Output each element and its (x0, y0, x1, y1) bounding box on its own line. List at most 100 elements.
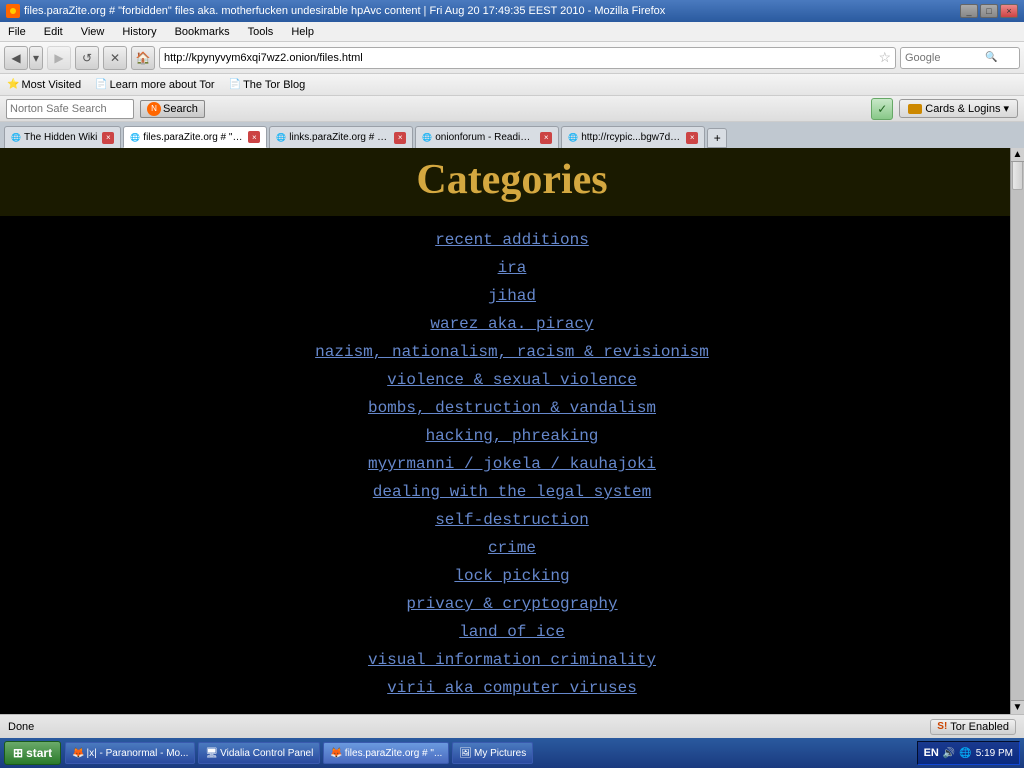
category-link[interactable]: crime (488, 539, 536, 557)
tor-icon: S! (937, 721, 947, 732)
minimize-button[interactable]: _ (960, 4, 978, 18)
start-button[interactable]: ⊞ start (4, 741, 61, 765)
clock: 5:19 PM (976, 748, 1013, 759)
scroll-down-button[interactable]: ▼ (1011, 700, 1024, 714)
category-link[interactable]: privacy & cryptography (406, 595, 617, 613)
cards-dropdown-icon: ▾ (1003, 102, 1009, 115)
new-tab-button[interactable]: + (707, 128, 727, 148)
norton-search-input[interactable] (10, 103, 130, 115)
taskbar-item-icon: 🖼 (459, 748, 472, 759)
norton-icon: N (147, 102, 161, 116)
back-dropdown[interactable]: ▾ (29, 46, 43, 70)
norton-refresh-button[interactable]: ✓ (871, 98, 893, 120)
categories-list: recent additions ira jihad warez aka. pirac… (0, 216, 1024, 712)
nav-bar: ◀ ▾ ▶ ↺ ✕ 🏠 ☆ 🔍 (0, 42, 1024, 74)
status-text: Done (8, 721, 34, 733)
bookmark-learn-tor[interactable]: 📄 Learn more about Tor (92, 78, 217, 92)
norton-search-container (6, 99, 134, 119)
taskbar-item-icon: 🦊 (330, 748, 342, 759)
bookmark-icon: 📄 (95, 79, 107, 90)
categories-title: Categories (416, 157, 607, 203)
category-link[interactable]: dealing with the legal system (373, 483, 651, 501)
category-link[interactable]: warez aka. piracy (430, 315, 593, 333)
tab-favicon: 🌐 (130, 133, 140, 142)
close-x-icon[interactable]: × (540, 132, 552, 144)
taskbar-pictures[interactable]: 🖼 My Pictures (452, 742, 533, 764)
tray-icon2: 🌐 (959, 748, 971, 759)
category-link[interactable]: myyrmanni / jokela / kauhajoki (368, 455, 656, 473)
maximize-button[interactable]: □ (980, 4, 998, 18)
category-link[interactable]: hacking, phreaking (426, 427, 599, 445)
taskbar-tray: EN 🔊 🌐 5:19 PM (917, 741, 1020, 765)
taskbar-parazite[interactable]: 🦊 files.paraZite.org # "... (323, 742, 449, 764)
category-link[interactable]: visual information criminality (368, 651, 656, 669)
taskbar-item-label: |x| - Paranormal - Mo... (87, 748, 189, 759)
tab-close-button[interactable]: × (686, 132, 698, 144)
tab-links-parazite[interactable]: 🌐 links.paraZite.org # underg... × (269, 126, 413, 148)
tab-close-button[interactable]: × (102, 132, 114, 144)
tab-label: The Hidden Wiki (24, 132, 97, 143)
tab-rcypic[interactable]: 🌐 http://rcypic...bgw7dq.onion/ × (561, 126, 705, 148)
category-link[interactable]: recent additions (435, 231, 589, 249)
tab-label: links.paraZite.org # underg... (289, 132, 389, 143)
category-link[interactable]: self-destruction (435, 511, 589, 529)
close-x-icon[interactable]: × (394, 132, 406, 144)
close-button[interactable]: × (1000, 4, 1018, 18)
taskbar: ⊞ start 🦊 |x| - Paranormal - Mo... 🖥 Vid… (0, 738, 1024, 768)
menu-history[interactable]: History (118, 25, 160, 39)
stop-button[interactable]: ✕ (103, 46, 127, 70)
scroll-up-button[interactable]: ▲ (1011, 148, 1024, 162)
bookmark-tor-blog[interactable]: 📄 The Tor Blog (226, 78, 309, 92)
tab-favicon: 🌐 (568, 133, 578, 142)
menu-edit[interactable]: Edit (40, 25, 67, 39)
cards-logins-button[interactable]: Cards & Logins ▾ (899, 99, 1018, 118)
taskbar-item-label: My Pictures (474, 748, 526, 759)
bookmark-label: The Tor Blog (243, 79, 305, 91)
tab-label: onionforum - Reading Topic... (435, 132, 535, 143)
nav-buttons: ◀ ▾ (4, 46, 43, 70)
tab-close-button[interactable]: × (248, 131, 260, 143)
taskbar-item-label: files.paraZite.org # "... (345, 748, 442, 759)
menu-file[interactable]: File (4, 25, 30, 39)
bookmark-star[interactable]: ☆ (878, 49, 891, 66)
address-input[interactable] (164, 52, 874, 64)
google-search-input[interactable] (905, 52, 985, 64)
tab-close-button[interactable]: × (540, 132, 552, 144)
category-link[interactable]: nazism, nationalism, racism & revisionis… (315, 343, 709, 361)
home-button[interactable]: 🏠 (131, 46, 155, 70)
tray-icon1: 🔊 (943, 748, 955, 759)
windows-icon: ⊞ (13, 746, 23, 760)
taskbar-item-icon: 🖥 (205, 748, 218, 759)
close-x-icon[interactable]: × (686, 132, 698, 144)
search-container: 🔍 (900, 47, 1020, 69)
forward-button[interactable]: ▶ (47, 46, 71, 70)
scroll-track[interactable]: ▼ ▲ (1010, 148, 1024, 714)
close-x-icon[interactable]: × (102, 132, 114, 144)
taskbar-item-icon: 🦊 (72, 748, 84, 759)
category-link[interactable]: bombs, destruction & vandalism (368, 399, 656, 417)
search-icon: 🔍 (985, 52, 997, 63)
menu-view[interactable]: View (77, 25, 109, 39)
tab-favicon: 🌐 (422, 133, 432, 142)
taskbar-vidalia[interactable]: 🖥 Vidalia Control Panel (198, 742, 320, 764)
category-link[interactable]: ira (498, 259, 527, 277)
category-link[interactable]: violence & sexual violence (387, 371, 637, 389)
norton-search-button[interactable]: N Search (140, 100, 205, 118)
menu-bookmarks[interactable]: Bookmarks (171, 25, 234, 39)
category-link[interactable]: jihad (488, 287, 536, 305)
taskbar-paranormal[interactable]: 🦊 |x| - Paranormal - Mo... (65, 742, 195, 764)
category-link[interactable]: virii aka computer viruses (387, 679, 637, 697)
menu-help[interactable]: Help (287, 25, 318, 39)
category-link[interactable]: land of ice (459, 623, 565, 641)
tab-close-button[interactable]: × (394, 132, 406, 144)
lang-indicator: EN (924, 747, 939, 759)
tab-onionforum[interactable]: 🌐 onionforum - Reading Topic... × (415, 126, 559, 148)
menu-tools[interactable]: Tools (244, 25, 278, 39)
tab-hidden-wiki[interactable]: 🌐 The Hidden Wiki × (4, 126, 121, 148)
tab-parazite-files[interactable]: 🌐 files.paraZite.org # "fo... × (123, 126, 267, 148)
close-x-icon[interactable]: × (248, 131, 260, 143)
bookmark-most-visited[interactable]: ⭐ Most Visited (4, 78, 84, 92)
back-button[interactable]: ◀ (4, 46, 28, 70)
reload-button[interactable]: ↺ (75, 46, 99, 70)
category-link[interactable]: lock picking (454, 567, 569, 585)
